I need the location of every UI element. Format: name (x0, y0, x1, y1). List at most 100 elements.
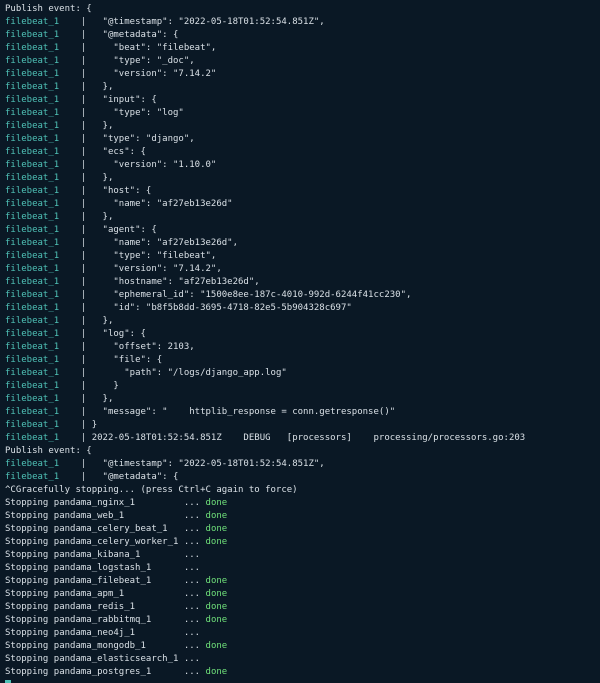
json-fragment: }, (92, 82, 114, 92)
stop-verb: Stopping (5, 563, 54, 573)
dots: ... (184, 654, 206, 664)
json-fragment: "version": "7.14.2" (92, 69, 217, 79)
json-fragment: }, (92, 212, 114, 222)
log-line: filebeat_1 | }, (5, 120, 595, 133)
log-prefix: filebeat_1 (5, 69, 59, 79)
stop-verb: Stopping (5, 576, 54, 586)
service-name: pandama_neo4j_1 (54, 628, 135, 638)
json-fragment: "@timestamp": "2022-05-18T01:52:54.851Z"… (92, 459, 325, 469)
log-line: filebeat_1 | "name": "af27eb13e26d", (5, 237, 595, 250)
log-prefix: filebeat_1 (5, 264, 59, 274)
publish-header: Publish event: { (5, 4, 92, 14)
log-line: filebeat_1 | "@timestamp": "2022-05-18T0… (5, 16, 595, 29)
log-line: filebeat_1 | "id": "b8f5b8dd-3695-4718-8… (5, 302, 595, 315)
log-prefix: filebeat_1 (5, 433, 59, 443)
log-prefix: filebeat_1 (5, 173, 59, 183)
json-fragment: }, (92, 394, 114, 404)
log-prefix: filebeat_1 (5, 160, 59, 170)
log-prefix: filebeat_1 (5, 95, 59, 105)
log-prefix: filebeat_1 (5, 199, 59, 209)
json-fragment: "ephemeral_id": "1500e8ee-187c-4010-992d… (92, 290, 412, 300)
status-done: done (206, 641, 228, 651)
dots: ... (184, 615, 206, 625)
service-name: pandama_elasticsearch_1 (54, 654, 179, 664)
log-line: filebeat_1 | "@metadata": { (5, 29, 595, 42)
log-prefix: filebeat_1 (5, 342, 59, 352)
log-line: filebeat_1 | "ephemeral_id": "1500e8ee-1… (5, 289, 595, 302)
status-done: done (206, 615, 228, 625)
log-line: Stopping pandama_celery_beat_1 ... done (5, 523, 595, 536)
json-fragment: "@metadata": { (92, 30, 179, 40)
log-line: ^CGracefully stopping... (press Ctrl+C a… (5, 484, 595, 497)
log-line: Stopping pandama_neo4j_1 ... (5, 627, 595, 640)
log-prefix: filebeat_1 (5, 251, 59, 261)
stop-verb: Stopping (5, 524, 54, 534)
log-prefix: filebeat_1 (5, 186, 59, 196)
log-line: filebeat_1 | "version": "1.10.0" (5, 159, 595, 172)
log-prefix: filebeat_1 (5, 420, 59, 430)
service-name: pandama_logstash_1 (54, 563, 152, 573)
log-prefix: filebeat_1 (5, 394, 59, 404)
log-prefix: filebeat_1 (5, 472, 59, 482)
log-line: filebeat_1 | }, (5, 315, 595, 328)
log-prefix: filebeat_1 (5, 381, 59, 391)
dots: ... (184, 524, 206, 534)
stop-verb: Stopping (5, 641, 54, 651)
status-done: done (206, 537, 228, 547)
json-fragment: } (92, 420, 97, 430)
log-prefix: filebeat_1 (5, 147, 59, 157)
json-fragment: "host": { (92, 186, 152, 196)
service-name: pandama_filebeat_1 (54, 576, 152, 586)
log-line: Publish event: { (5, 445, 595, 458)
log-line: filebeat_1 | "host": { (5, 185, 595, 198)
status-done: done (206, 589, 228, 599)
service-name: pandama_celery_beat_1 (54, 524, 168, 534)
terminal-output[interactable]: Publish event: { filebeat_1 | "@timestamp… (0, 0, 600, 683)
stop-verb: Stopping (5, 589, 54, 599)
json-fragment: "message": " httplib_response = conn.get… (92, 407, 395, 417)
stop-verb: Stopping (5, 654, 54, 664)
log-line (5, 679, 595, 683)
json-fragment: "type": "django", (92, 134, 195, 144)
log-line: filebeat_1 | "file": { (5, 354, 595, 367)
json-fragment: }, (92, 173, 114, 183)
log-line: filebeat_1 | }, (5, 211, 595, 224)
log-prefix: filebeat_1 (5, 277, 59, 287)
log-line: filebeat_1 | "input": { (5, 94, 595, 107)
log-line: Stopping pandama_elasticsearch_1 ... (5, 653, 595, 666)
log-line: filebeat_1 | }, (5, 172, 595, 185)
json-fragment: "path": "/logs/django_app.log" (92, 368, 287, 378)
dots: ... (184, 589, 206, 599)
stop-verb: Stopping (5, 667, 54, 677)
service-name: pandama_kibana_1 (54, 550, 141, 560)
log-line: Stopping pandama_nginx_1 ... done (5, 497, 595, 510)
log-prefix: filebeat_1 (5, 30, 59, 40)
log-prefix: filebeat_1 (5, 82, 59, 92)
log-line: Stopping pandama_postgres_1 ... done (5, 666, 595, 679)
log-line: filebeat_1 | }, (5, 393, 595, 406)
log-line: filebeat_1 | "ecs": { (5, 146, 595, 159)
stop-verb: Stopping (5, 498, 54, 508)
log-line: Stopping pandama_kibana_1 ... (5, 549, 595, 562)
dots: ... (184, 563, 206, 573)
log-prefix: filebeat_1 (5, 134, 59, 144)
dots: ... (184, 550, 206, 560)
log-line: filebeat_1 | "type": "log" (5, 107, 595, 120)
json-fragment: "id": "b8f5b8dd-3695-4718-82e5-5b904328c… (92, 303, 352, 313)
service-name: pandama_nginx_1 (54, 498, 135, 508)
log-prefix: filebeat_1 (5, 225, 59, 235)
json-fragment: "input": { (92, 95, 157, 105)
json-fragment: "ecs": { (92, 147, 146, 157)
json-fragment: "beat": "filebeat", (92, 43, 217, 53)
log-prefix: filebeat_1 (5, 303, 59, 313)
json-fragment: "type": "log" (92, 108, 184, 118)
log-line: filebeat_1 | "version": "7.14.2", (5, 263, 595, 276)
stop-verb: Stopping (5, 628, 54, 638)
json-fragment: }, (92, 121, 114, 131)
log-line: filebeat_1 | "message": " httplib_respon… (5, 406, 595, 419)
log-prefix: filebeat_1 (5, 121, 59, 131)
status-done: done (206, 667, 228, 677)
log-prefix: filebeat_1 (5, 316, 59, 326)
stop-verb: Stopping (5, 615, 54, 625)
log-prefix: filebeat_1 (5, 355, 59, 365)
